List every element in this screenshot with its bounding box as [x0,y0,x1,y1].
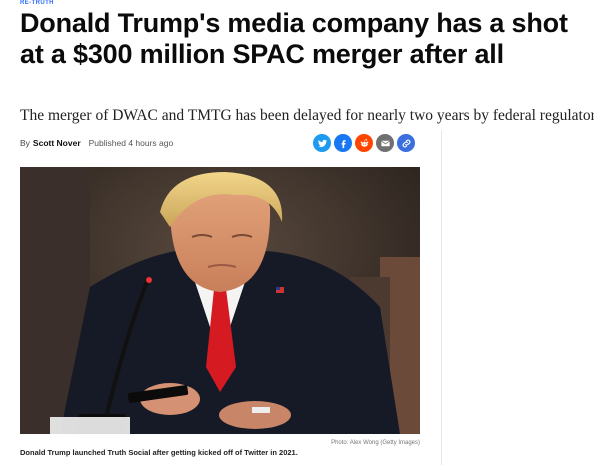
published-time: Published 4 hours ago [88,138,174,148]
dek-subheadline: The merger of DWAC and TMTG has been del… [20,107,594,124]
author-link[interactable]: Scott Nover [33,138,81,148]
section-kicker[interactable]: RE-TRUTH [20,0,54,7]
byline: By Scott Nover Published 4 hours ago [20,136,173,150]
share-email-button[interactable] [376,134,394,152]
share-bar [313,134,415,152]
share-facebook-button[interactable] [334,134,352,152]
copy-link-button[interactable] [397,134,415,152]
reddit-icon [360,138,368,147]
column-divider [441,130,442,465]
photo-credit: Photo: Alex Wong (Getty Images) [331,440,420,446]
facebook-icon [341,139,346,148]
lead-photo[interactable] [20,167,420,434]
byline-prefix: By [20,138,30,148]
link-icon [402,139,410,147]
envelope-icon [380,140,390,146]
share-reddit-button[interactable] [355,134,373,152]
photo-illustration [20,167,420,434]
photo-caption: Donald Trump launched Truth Social after… [20,448,298,457]
headline: Donald Trump's media company has a shot … [20,8,568,69]
share-twitter-button[interactable] [313,134,331,152]
twitter-bird-icon [317,139,327,147]
